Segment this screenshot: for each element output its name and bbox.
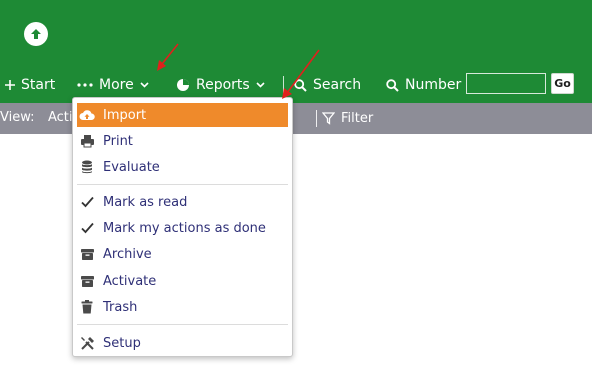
- annotation-arrows: [157, 43, 320, 99]
- annotation-arrow-more: [161, 43, 179, 65]
- annotation-arrow-import: [286, 49, 320, 94]
- annotation-arrowhead-import: [282, 88, 292, 99]
